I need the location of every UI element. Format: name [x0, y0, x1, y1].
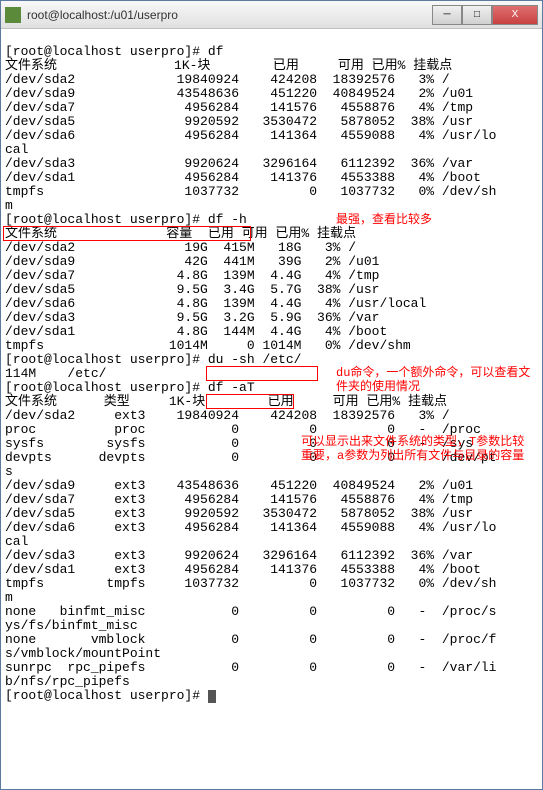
prompt: [root@localhost userpro]#: [5, 380, 208, 395]
window-controls: ─ □ X: [432, 5, 538, 25]
annotation-df-h: 最强，查看比较多: [336, 213, 526, 227]
window-title: root@localhost:/u01/userpro: [27, 8, 432, 22]
annotation-du: du命令，一个额外命令，可以查看文件夹的使用情况: [336, 366, 531, 394]
dfaT-row: m: [5, 590, 13, 605]
df-row: /dev/sda7 4956284 141576 4558876 4% /tmp: [5, 100, 473, 115]
maximize-button[interactable]: □: [462, 5, 492, 25]
dfh-row: /dev/sda6 4.8G 139M 4.4G 4% /usr/local: [5, 296, 426, 311]
cursor: [208, 690, 216, 703]
prompt: [root@localhost userpro]#: [5, 44, 208, 59]
cmd-df-h: df -h: [208, 212, 247, 227]
window-frame: root@localhost:/u01/userpro ─ □ X [root@…: [0, 0, 543, 790]
annotation-df-aT: 可以显示出来文件系统的类型，T参数比较重要，a参数为列出所有文件与目录的容量: [301, 435, 531, 463]
df-row: tmpfs 1037732 0 1037732 0% /dev/sh: [5, 184, 496, 199]
prompt: [root@localhost userpro]#: [5, 352, 208, 367]
dfaT-row: /dev/sda9 ext3 43548636 451220 40849524 …: [5, 478, 473, 493]
close-button[interactable]: X: [492, 5, 538, 25]
du-output: 114M /etc/: [5, 366, 106, 381]
dfaT-header: 文件系统 类型 1K-块 已用 可用 已用% 挂载点: [5, 394, 447, 409]
dfaT-row: /dev/sda3 ext3 9920624 3296164 6112392 3…: [5, 548, 473, 563]
dfaT-row: /dev/sda5 ext3 9920592 3530472 5878052 3…: [5, 506, 473, 521]
prompt: [root@localhost userpro]#: [5, 688, 208, 703]
app-icon: [5, 7, 21, 23]
dfh-row: /dev/sda9 42G 441M 39G 2% /u01: [5, 254, 379, 269]
terminal-output[interactable]: [root@localhost userpro]# df 文件系统 1K-块 已…: [1, 29, 542, 789]
dfaT-row: s/vmblock/mountPoint: [5, 646, 161, 661]
dfaT-row: /dev/sda2 ext3 19840924 424208 18392576 …: [5, 408, 450, 423]
df-header: 文件系统 1K-块 已用 可用 已用% 挂载点: [5, 58, 452, 73]
prompt: [root@localhost userpro]#: [5, 212, 208, 227]
dfaT-row: none vmblock 0 0 0 - /proc/f: [5, 632, 496, 647]
dfh-row: /dev/sda5 9.5G 3.4G 5.7G 38% /usr: [5, 282, 379, 297]
df-row: cal: [5, 142, 28, 157]
df-row: /dev/sda5 9920592 3530472 5878052 38% /u…: [5, 114, 473, 129]
highlight-box-du-sh: [206, 366, 318, 381]
df-row: /dev/sda3 9920624 3296164 6112392 36% /v…: [5, 156, 473, 171]
dfaT-row: sunrpc rpc_pipefs 0 0 0 - /var/li: [5, 660, 496, 675]
dfh-row: /dev/sda7 4.8G 139M 4.4G 4% /tmp: [5, 268, 379, 283]
cmd-df-aT: df -aT: [208, 380, 255, 395]
dfh-row: /dev/sda1 4.8G 144M 4.4G 4% /boot: [5, 324, 387, 339]
df-row: /dev/sda2 19840924 424208 18392576 3% /: [5, 72, 450, 87]
df-row: m: [5, 198, 13, 213]
dfaT-row: s: [5, 464, 13, 479]
dfh-header: 文件系统 容量 已用 可用 已用% 挂载点: [5, 226, 356, 241]
cmd-df: df: [208, 44, 224, 59]
minimize-button[interactable]: ─: [432, 5, 462, 25]
titlebar[interactable]: root@localhost:/u01/userpro ─ □ X: [1, 1, 542, 29]
dfaT-row: /dev/sda7 ext3 4956284 141576 4558876 4%…: [5, 492, 473, 507]
dfh-row: tmpfs 1014M 0 1014M 0% /dev/shm: [5, 338, 411, 353]
dfaT-row: none binfmt_misc 0 0 0 - /proc/s: [5, 604, 496, 619]
dfh-row: /dev/sda2 19G 415M 18G 3% /: [5, 240, 356, 255]
dfaT-row: cal: [5, 534, 28, 549]
dfaT-row: tmpfs tmpfs 1037732 0 1037732 0% /dev/sh: [5, 576, 496, 591]
dfaT-row: /dev/sda6 ext3 4956284 141364 4559088 4%…: [5, 520, 496, 535]
df-row: /dev/sda9 43548636 451220 40849524 2% /u…: [5, 86, 473, 101]
df-row: /dev/sda6 4956284 141364 4559088 4% /usr…: [5, 128, 496, 143]
dfh-row: /dev/sda3 9.5G 3.2G 5.9G 36% /var: [5, 310, 379, 325]
dfaT-row: b/nfs/rpc_pipefs: [5, 674, 130, 689]
cmd-du-sh: du -sh /etc/: [208, 352, 302, 367]
df-row: /dev/sda1 4956284 141376 4553388 4% /boo…: [5, 170, 481, 185]
dfaT-row: /dev/sda1 ext3 4956284 141376 4553388 4%…: [5, 562, 481, 577]
dfaT-row: ys/fs/binfmt_misc: [5, 618, 138, 633]
